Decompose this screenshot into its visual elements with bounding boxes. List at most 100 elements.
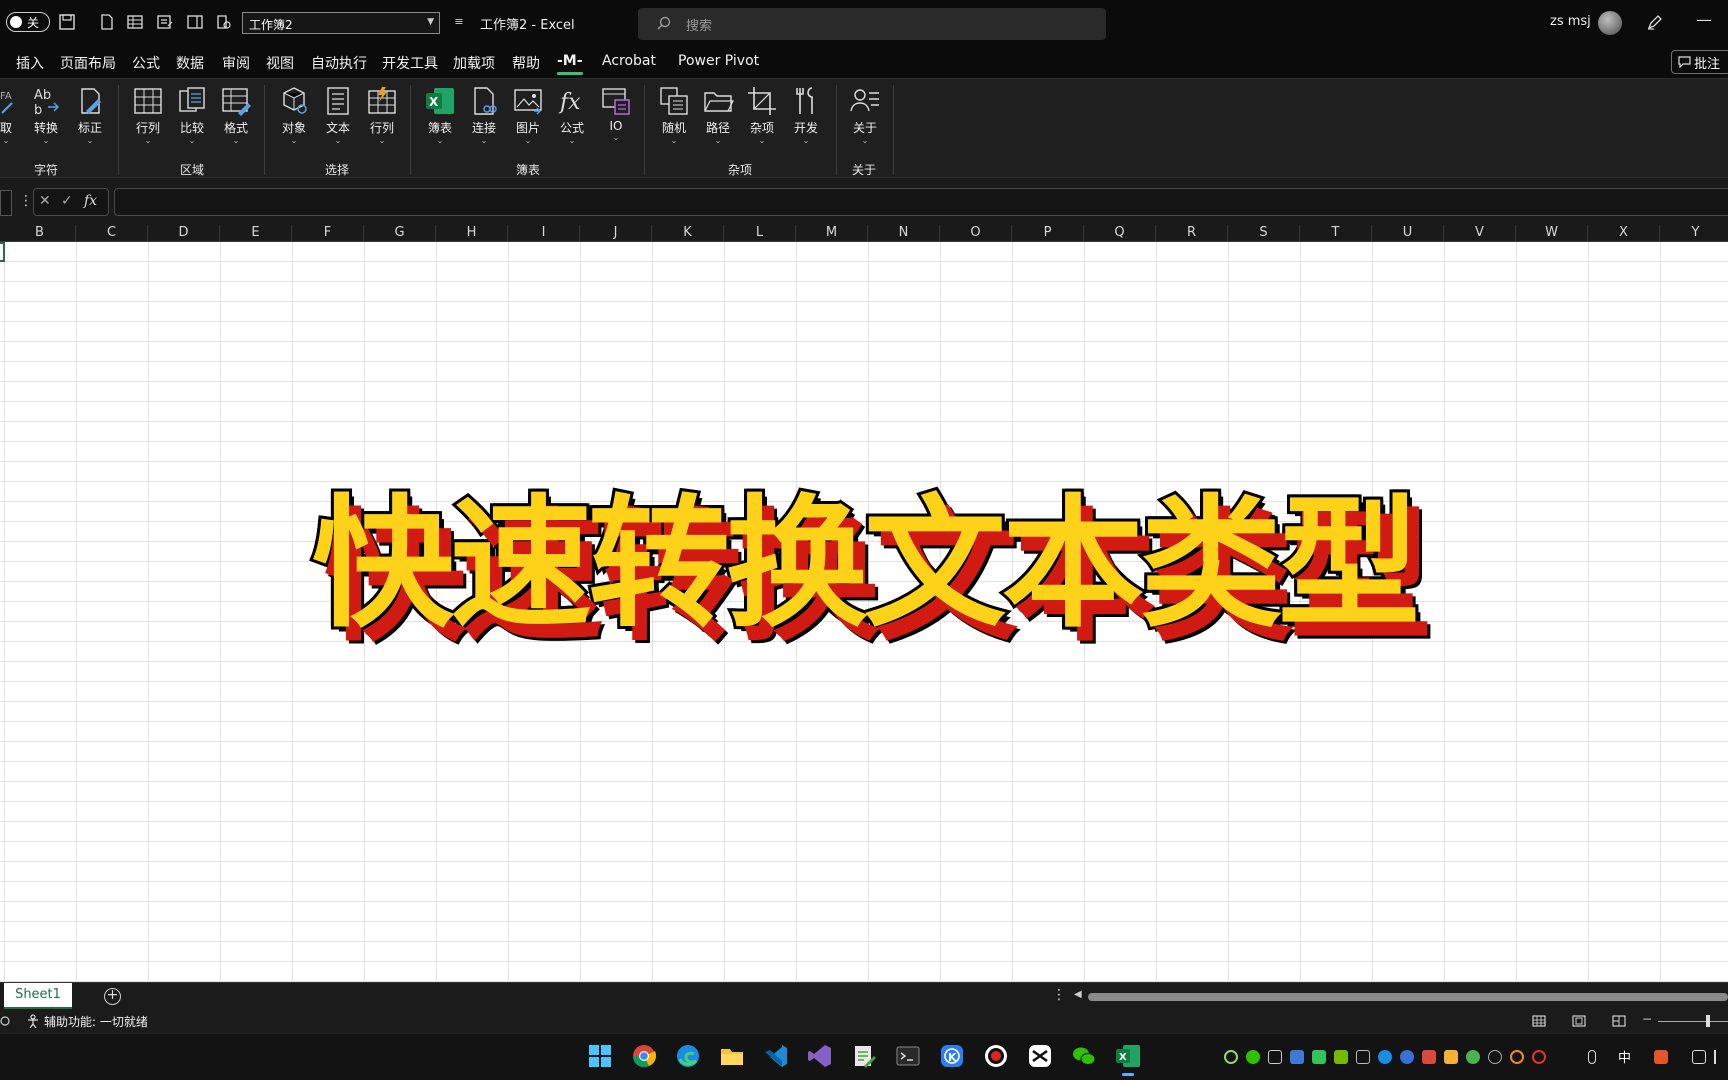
tray-camera-icon[interactable] bbox=[1356, 1050, 1370, 1064]
form-icon[interactable] bbox=[156, 13, 174, 31]
tray-search-icon[interactable] bbox=[1510, 1050, 1524, 1064]
column-header[interactable]: O bbox=[940, 225, 1012, 242]
column-header[interactable]: Q bbox=[1084, 225, 1156, 242]
column-header[interactable]: K bbox=[652, 225, 724, 242]
new-file-icon[interactable] bbox=[98, 13, 116, 31]
terminal-icon[interactable] bbox=[894, 1042, 922, 1070]
tab-power-pivot[interactable]: Power Pivot bbox=[678, 53, 759, 69]
cancel-icon[interactable]: ✕ bbox=[39, 193, 51, 209]
column-header[interactable]: L bbox=[724, 225, 796, 242]
name-box[interactable] bbox=[0, 190, 12, 216]
accessibility-icon[interactable] bbox=[26, 1014, 40, 1028]
column-header[interactable]: U bbox=[1372, 225, 1444, 242]
tab-automate[interactable]: 自动执行 bbox=[311, 53, 367, 73]
minimize-button[interactable]: — bbox=[1696, 10, 1712, 29]
ribbon-button-rowcol-select[interactable]: 行列 ⌄ bbox=[362, 85, 402, 146]
page-layout-icon[interactable] bbox=[1572, 1014, 1586, 1028]
column-header[interactable]: F bbox=[292, 225, 364, 242]
recorder-icon[interactable] bbox=[982, 1042, 1010, 1070]
kugou-icon[interactable]: K bbox=[938, 1042, 966, 1070]
column-header[interactable]: N bbox=[868, 225, 940, 242]
microphone-icon[interactable] bbox=[1588, 1050, 1596, 1064]
visual-studio-icon[interactable] bbox=[806, 1042, 834, 1070]
pen-icon[interactable] bbox=[1646, 13, 1664, 31]
tray-cloud-icon[interactable] bbox=[1290, 1050, 1304, 1064]
comments-button[interactable]: 批注 bbox=[1671, 50, 1728, 74]
column-header[interactable]: C bbox=[76, 225, 148, 242]
tray-network-icon[interactable] bbox=[1466, 1050, 1480, 1064]
save-icon[interactable] bbox=[58, 13, 76, 31]
column-header[interactable]: E bbox=[220, 225, 292, 242]
tray-edge-icon[interactable] bbox=[1378, 1050, 1392, 1064]
column-header[interactable]: P bbox=[1012, 225, 1084, 242]
zoom-out-icon[interactable]: − bbox=[1642, 1012, 1656, 1026]
vscode-icon[interactable] bbox=[762, 1042, 790, 1070]
capcut-icon[interactable] bbox=[1026, 1042, 1054, 1070]
tray-nvidia-icon[interactable] bbox=[1334, 1050, 1348, 1064]
ribbon-button-convert[interactable]: Ab b 转换 ⌄ bbox=[26, 85, 66, 146]
file-explorer-icon[interactable] bbox=[718, 1042, 746, 1070]
ribbon-button-random[interactable]: 随机 ⌄ bbox=[654, 85, 694, 146]
column-header[interactable]: H bbox=[436, 225, 508, 242]
ribbon-button-link[interactable]: 连接 ⌄ bbox=[464, 85, 504, 146]
notepad-icon[interactable] bbox=[850, 1042, 878, 1070]
tray-clock-icon[interactable] bbox=[1488, 1050, 1502, 1064]
ribbon-button-about[interactable]: 关于 ⌄ bbox=[845, 85, 885, 146]
sheet-tab[interactable]: Sheet1 bbox=[4, 983, 72, 1009]
column-header[interactable]: B bbox=[4, 225, 76, 242]
tray-display-icon[interactable] bbox=[1692, 1050, 1706, 1064]
column-header[interactable]: I bbox=[508, 225, 580, 242]
panel-icon[interactable] bbox=[186, 13, 204, 31]
tab-acrobat[interactable]: Acrobat bbox=[602, 53, 656, 69]
tray-check-icon[interactable] bbox=[1400, 1050, 1414, 1064]
more-options-icon[interactable]: ⋮ bbox=[1052, 987, 1066, 1003]
ribbon-button-compare[interactable]: 比较 ⌄ bbox=[172, 85, 212, 146]
column-header[interactable]: D bbox=[148, 225, 220, 242]
tray-sogou-icon[interactable] bbox=[1654, 1050, 1668, 1064]
customize-toolbar-icon[interactable]: ≡ bbox=[450, 13, 468, 31]
tab-developer[interactable]: 开发工具 bbox=[382, 53, 438, 73]
table-icon[interactable] bbox=[126, 13, 144, 31]
formula-input[interactable] bbox=[114, 188, 1728, 216]
normal-view-icon[interactable] bbox=[1532, 1014, 1546, 1028]
tray-app-icon[interactable] bbox=[1224, 1050, 1238, 1064]
zoom-thumb[interactable] bbox=[1706, 1015, 1710, 1027]
ribbon-button-formula[interactable]: fx 公式 ⌄ bbox=[552, 85, 592, 146]
tray-security-icon[interactable] bbox=[1444, 1050, 1458, 1064]
ribbon-button-io[interactable]: IO ⌄ bbox=[596, 85, 636, 143]
tray-shield-icon[interactable] bbox=[1422, 1050, 1436, 1064]
scroll-left-icon[interactable]: ◀ bbox=[1074, 989, 1082, 1000]
ribbon-button-object[interactable]: 对象 ⌄ bbox=[274, 85, 314, 146]
selected-cell[interactable] bbox=[0, 242, 5, 262]
windows-start-icon[interactable] bbox=[586, 1042, 614, 1070]
avatar[interactable] bbox=[1598, 11, 1622, 35]
confirm-icon[interactable]: ✓ bbox=[61, 193, 73, 209]
ribbon-button-workbook[interactable]: X 簿表 ⌄ bbox=[420, 85, 460, 146]
ribbon-button-text[interactable]: 文本 ⌄ bbox=[318, 85, 358, 146]
tray-green-icon[interactable] bbox=[1312, 1050, 1326, 1064]
tab-add-ins[interactable]: 加载项 bbox=[453, 53, 495, 73]
ribbon-button-rowcol[interactable]: 行列 ⌄ bbox=[128, 85, 168, 146]
autosave-toggle[interactable]: 关 bbox=[6, 12, 50, 32]
accessibility-status[interactable]: 辅助功能: 一切就绪 bbox=[44, 1013, 148, 1030]
chrome-icon[interactable] bbox=[630, 1042, 658, 1070]
tray-sync-icon[interactable] bbox=[1532, 1050, 1546, 1064]
ribbon-button-extract[interactable]: FA 取 ⌄ bbox=[0, 85, 26, 146]
tab-page-layout[interactable]: 页面布局 bbox=[60, 53, 116, 73]
horizontal-scrollbar[interactable] bbox=[1088, 993, 1728, 1001]
column-header[interactable]: T bbox=[1300, 225, 1372, 242]
column-header[interactable]: W bbox=[1516, 225, 1588, 242]
wechat-icon[interactable] bbox=[1070, 1042, 1098, 1070]
excel-taskbar-icon[interactable]: X bbox=[1114, 1042, 1142, 1076]
tab-formulas[interactable]: 公式 bbox=[132, 53, 160, 73]
tab-help[interactable]: 帮助 bbox=[512, 53, 540, 73]
ribbon-button-develop[interactable]: 开发 ⌄ bbox=[786, 85, 826, 146]
tray-usb-icon[interactable] bbox=[1268, 1050, 1282, 1064]
speaker-icon[interactable] bbox=[1714, 1050, 1728, 1064]
add-sheet-button[interactable]: + bbox=[104, 988, 121, 1005]
tray-wechat-icon[interactable] bbox=[1246, 1050, 1260, 1064]
ribbon-button-path[interactable]: 路径 ⌄ bbox=[698, 85, 738, 146]
user-name[interactable]: zs msj bbox=[1550, 14, 1591, 29]
column-header[interactable]: R bbox=[1156, 225, 1228, 242]
page-break-icon[interactable] bbox=[1612, 1014, 1626, 1028]
